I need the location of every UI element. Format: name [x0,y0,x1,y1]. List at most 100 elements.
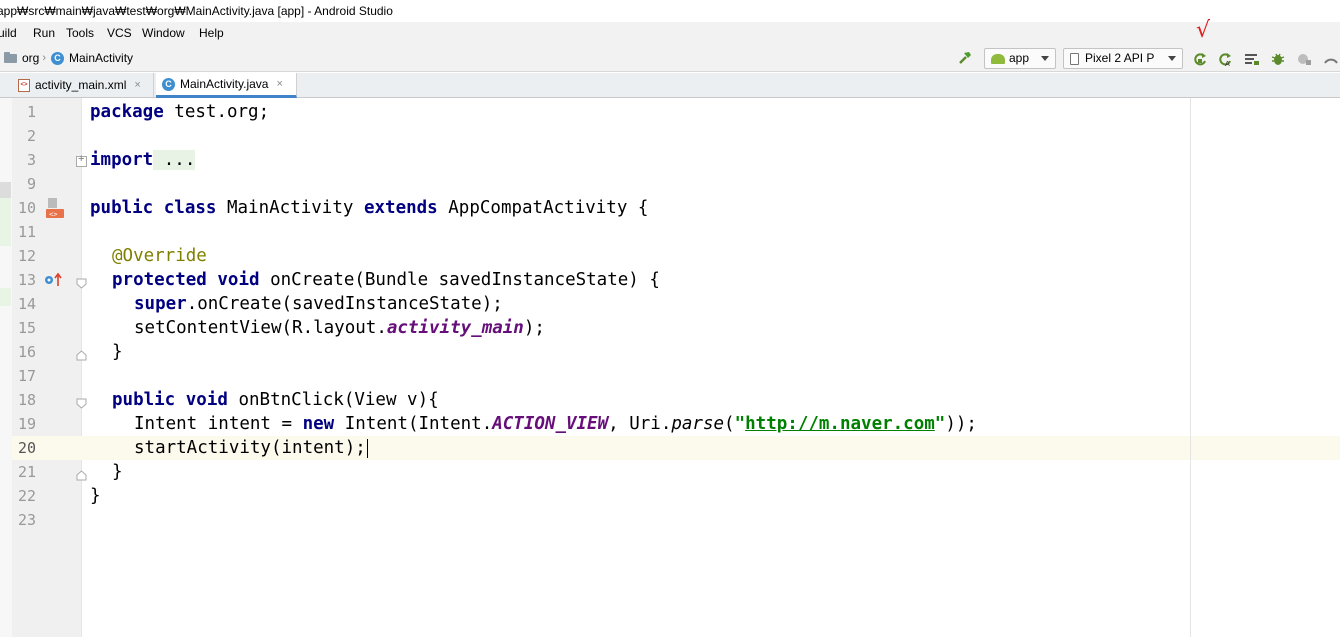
folded-imports[interactable]: ... [153,150,196,170]
static-method: parse [671,414,725,434]
keyword: public [90,198,154,218]
fold-collapse-icon[interactable] [76,396,87,409]
device-select[interactable]: Pixel 2 API P [1063,48,1183,69]
code-editor[interactable]: 1 2 3 9 10 11 12 13 14 15 16 17 18 19 20… [0,98,1340,637]
code-line-10: public class MainActivity extends AppCom… [90,196,648,220]
keyword: new [302,414,335,434]
line-number: 10 [17,199,36,217]
chevron-down-icon [1041,56,1049,61]
code-text: ( [724,414,735,434]
annotation: @Override [112,246,207,266]
static-field: activity_main [386,318,524,338]
code-text: Intent intent = [134,414,303,434]
keyword: import [90,150,154,170]
line-number: 15 [17,319,36,337]
line-number: 14 [17,295,36,313]
class-name: MainActivity [216,198,364,218]
code-line-22: } [90,484,101,508]
folder-icon [4,51,17,63]
code-text: AppCompatActivity { [437,198,649,218]
menu-help[interactable]: Help [199,22,224,44]
url-link[interactable]: http://m.naver.com [745,414,935,434]
fold-end-icon[interactable] [76,468,87,481]
layout-file-icon[interactable]: <> [44,198,66,225]
device-icon [1070,52,1079,65]
keyword: public [112,390,176,410]
keyword: void [217,270,260,290]
chevron-right-icon: › [42,52,47,64]
keyword: super [134,294,187,314]
code-line-12: @Override [112,244,207,268]
code-line-20: startActivity(intent); [134,436,368,460]
fold-collapse-icon[interactable] [76,276,87,289]
tab-mainactivity-java[interactable]: C MainActivity.java × [156,73,297,98]
run-config-label: app [1009,51,1030,65]
line-number: 22 [17,487,36,505]
code-line-16: } [112,340,123,364]
navigation-bar: org › C MainActivity app Pixel 2 API P A… [0,18,1340,72]
breadcrumb-org[interactable]: org [22,44,39,72]
code-text: .onCreate(savedInstanceState); [186,294,503,314]
line-number: 3 [26,151,36,169]
line-number: 17 [17,367,36,385]
tab-label: activity_main.xml [35,78,127,92]
keyword: extends [363,198,438,218]
profile-icon[interactable] [1296,51,1312,67]
tab-activity-main-xml[interactable]: <> activity_main.xml × [12,73,154,98]
line-number: 12 [17,247,36,265]
window-title-bar: app₩src₩main₩java₩test₩org₩MainActivity.… [0,0,1340,22]
breadcrumb: org › C MainActivity [4,44,133,72]
menu-bar: uild Run Tools VCS Window Help [0,22,1340,44]
keyword: protected [112,270,207,290]
code-text: } [112,462,123,482]
menu-vcs[interactable]: VCS [107,22,132,44]
code-text: test.org; [163,102,270,122]
string-quote: " [734,414,746,434]
code-text: onCreate(Bundle savedInstanceState) { [259,270,660,290]
code-text: )); [945,414,977,434]
keyword: void [185,390,228,410]
device-label: Pixel 2 API P [1085,51,1155,65]
apply-changes-icon[interactable] [1192,51,1208,67]
line-number: 13 [17,271,36,289]
line-number: 11 [17,223,36,241]
code-text: } [112,342,123,362]
line-number: 18 [17,391,36,409]
line-number: 9 [26,175,36,193]
line-number: 19 [17,415,36,433]
close-icon[interactable]: × [276,72,282,97]
svg-text:A: A [1225,60,1230,67]
keyword: class [163,198,217,218]
fold-expand-icon[interactable] [76,153,87,167]
sync-icon[interactable] [1244,51,1260,67]
code-text: , Uri. [608,414,672,434]
keyword: package [90,102,164,122]
menu-tools[interactable]: Tools [66,22,94,44]
breadcrumb-mainactivity[interactable]: MainActivity [69,44,133,72]
apply-code-changes-icon[interactable]: A [1217,51,1233,67]
code-line-14: super.onCreate(savedInstanceState); [134,292,503,316]
build-hammer-icon[interactable] [957,50,973,66]
left-tool-strip [0,98,12,637]
menu-window[interactable]: Window [142,22,185,44]
tab-label: MainActivity.java [180,76,269,91]
code-text: onBtnClick(View v){ [227,390,439,410]
line-number: 16 [17,343,36,361]
class-icon: C [162,77,175,91]
menu-run[interactable]: Run [33,22,55,44]
code-text: setContentView(R.layout. [134,318,387,338]
chevron-down-icon [1168,56,1176,61]
override-method-icon[interactable] [44,272,64,293]
close-icon[interactable]: × [134,73,140,98]
line-number: 2 [26,127,36,145]
code-line-3: import ... [90,148,196,172]
android-icon [991,53,1005,64]
stop-icon[interactable] [1323,51,1339,67]
code-line-18: public void onBtnClick(View v){ [112,388,439,412]
fold-end-icon[interactable] [76,348,87,361]
line-number: 1 [26,103,36,121]
menu-build[interactable]: uild [0,22,17,44]
debug-bug-icon[interactable] [1270,51,1286,67]
run-config-select[interactable]: app [984,48,1056,69]
code-text: Intent(Intent. [334,414,493,434]
